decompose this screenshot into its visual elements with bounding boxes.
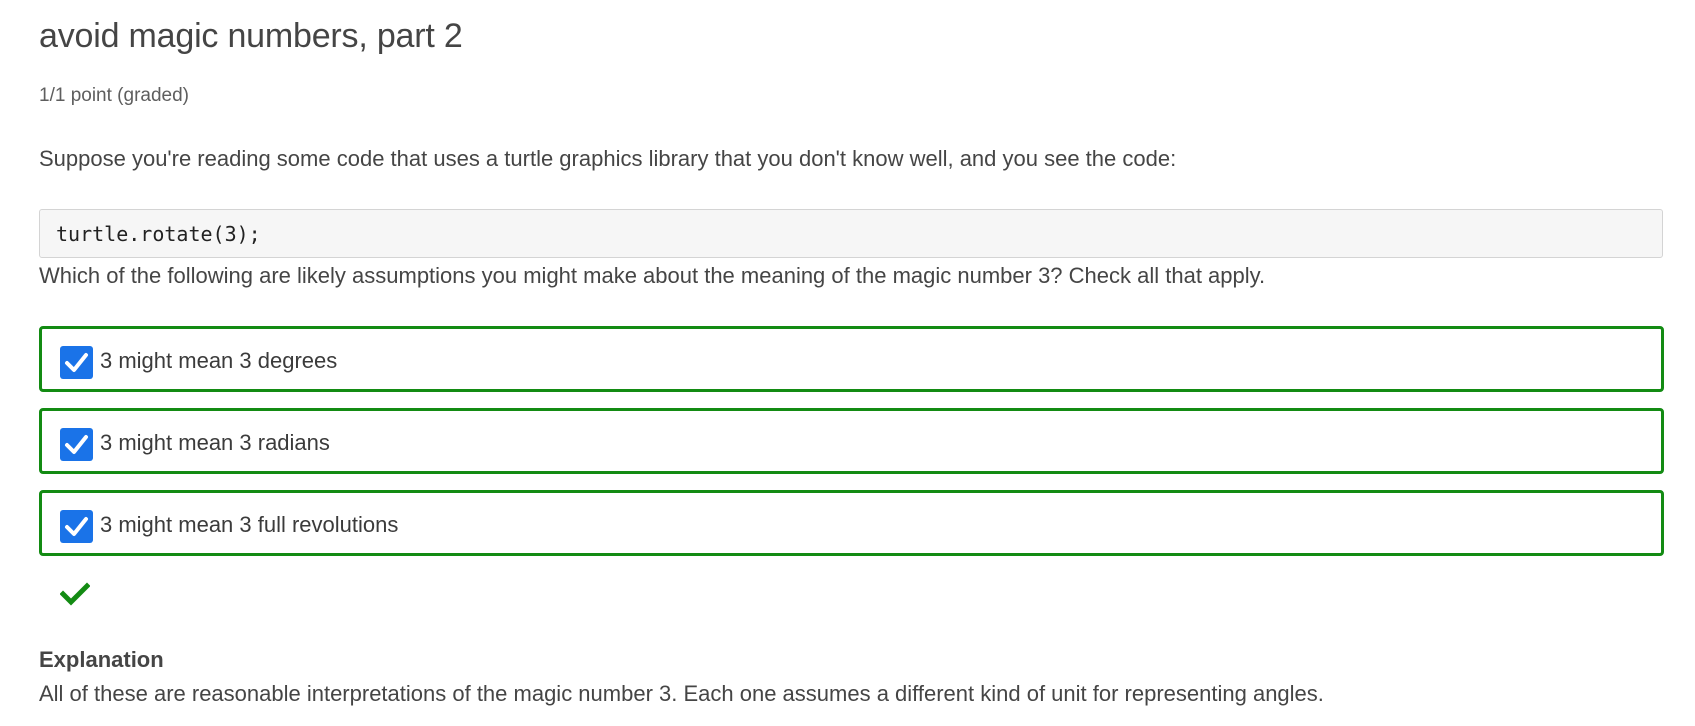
choice-label: 3 might mean 3 degrees xyxy=(100,348,338,373)
checkbox-checked-icon[interactable] xyxy=(60,510,93,543)
explanation-text: All of these are reasonable interpretati… xyxy=(39,681,1324,706)
choice-full-revolutions[interactable]: 3 might mean 3 full revolutions xyxy=(39,490,1664,556)
choice-label: 3 might mean 3 radians xyxy=(100,430,330,455)
code-snippet: turtle.rotate(3); xyxy=(39,209,1663,258)
points-status: 1/1 point (graded) xyxy=(39,85,189,106)
choice-label: 3 might mean 3 full revolutions xyxy=(100,512,399,537)
checkbox-checked-icon[interactable] xyxy=(60,346,93,379)
choice-radians[interactable]: 3 might mean 3 radians xyxy=(39,408,1664,474)
choice-degrees[interactable]: 3 might mean 3 degrees xyxy=(39,326,1664,392)
problem-container: avoid magic numbers, part 2 1/1 point (g… xyxy=(0,0,1695,726)
checkmark-icon xyxy=(59,582,91,606)
checkbox-checked-icon[interactable] xyxy=(60,428,93,461)
explanation-title: Explanation xyxy=(39,647,164,672)
question-text: Which of the following are likely assump… xyxy=(39,263,1266,288)
problem-prompt: Suppose you're reading some code that us… xyxy=(39,146,1177,171)
problem-title: avoid magic numbers, part 2 xyxy=(39,17,463,55)
